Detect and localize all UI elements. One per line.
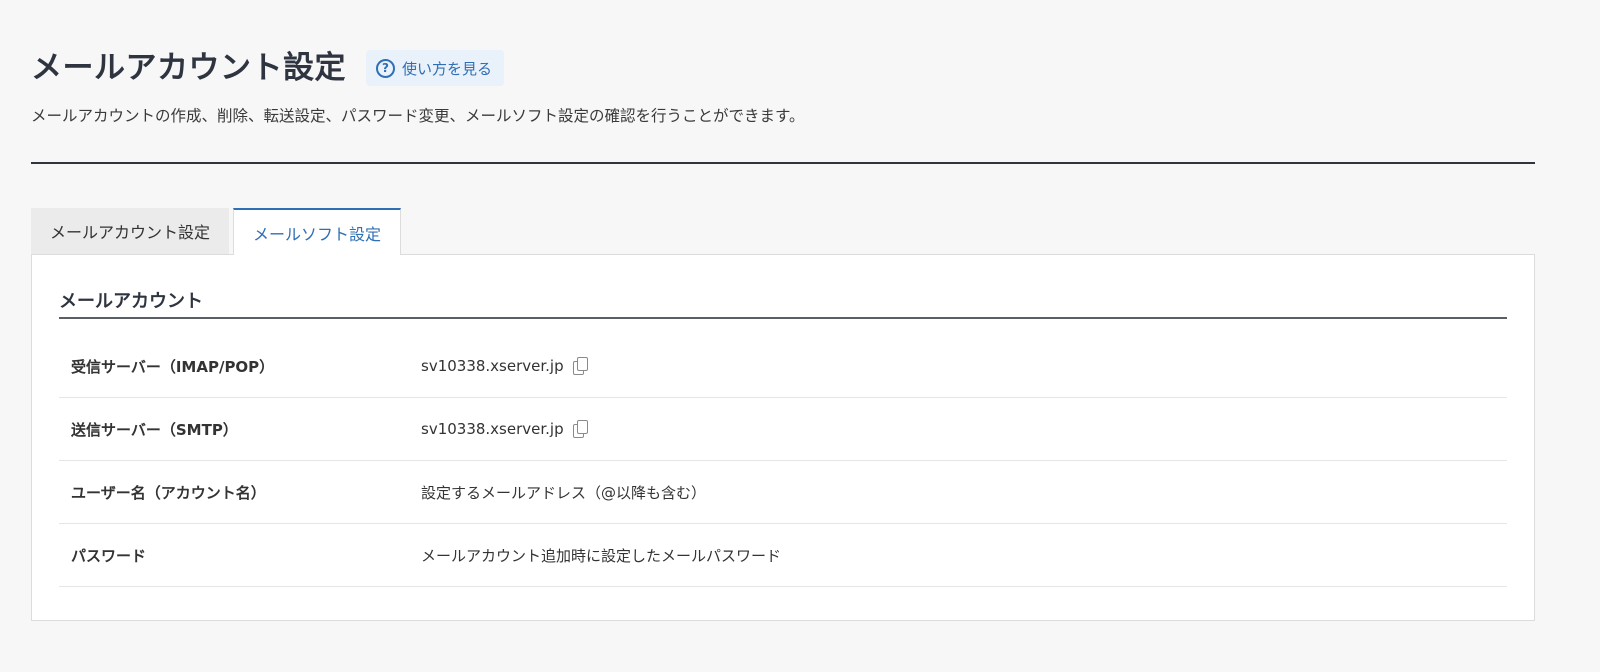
settings-panel: メールアカウント 受信サーバー（IMAP/POP） sv10338.xserve… xyxy=(31,254,1535,621)
copy-icon[interactable] xyxy=(572,420,588,438)
row-label: ユーザー名（アカウント名） xyxy=(71,483,266,502)
outgoing-server-value: sv10338.xserver.jp xyxy=(421,420,564,438)
row-value: sv10338.xserver.jp xyxy=(421,357,588,375)
row-label: 受信サーバー（IMAP/POP） xyxy=(71,357,275,376)
section-divider xyxy=(59,317,1507,319)
tab-mail-account-settings[interactable]: メールアカウント設定 xyxy=(31,208,230,254)
username-value: 設定するメールアドレス（@以降も含む） xyxy=(421,483,707,502)
question-circle-icon: ? xyxy=(376,58,395,78)
copy-icon[interactable] xyxy=(572,357,588,375)
tab-bar: メールアカウント設定 メールソフト設定 xyxy=(31,208,402,255)
settings-table: 受信サーバー（IMAP/POP） sv10338.xserver.jp 送信サー… xyxy=(59,335,1507,587)
table-row: パスワード メールアカウント追加時に設定したメールパスワード xyxy=(59,524,1507,587)
table-row: 受信サーバー（IMAP/POP） sv10338.xserver.jp xyxy=(59,335,1507,398)
row-value: メールアカウント追加時に設定したメールパスワード xyxy=(421,545,781,566)
row-value: 設定するメールアドレス（@以降も含む） xyxy=(421,482,706,503)
table-row: 送信サーバー（SMTP） sv10338.xserver.jp xyxy=(59,398,1507,461)
row-value: sv10338.xserver.jp xyxy=(421,420,588,438)
page: メールアカウント設定 ? 使い方を見る メールアカウントの作成、削除、転送設定、… xyxy=(0,0,1600,672)
table-row: ユーザー名（アカウント名） 設定するメールアドレス（@以降も含む） xyxy=(59,461,1507,524)
tab-mail-software-settings[interactable]: メールソフト設定 xyxy=(233,208,402,255)
row-label: 送信サーバー（SMTP） xyxy=(71,420,238,439)
row-label: パスワード xyxy=(71,546,147,565)
title-row: メールアカウント設定 ? 使い方を見る xyxy=(31,48,1535,88)
header-divider xyxy=(31,162,1535,164)
help-link-label: 使い方を見る xyxy=(402,59,493,78)
page-description: メールアカウントの作成、削除、転送設定、パスワード変更、メールソフト設定の確認を… xyxy=(31,107,805,125)
page-title: メールアカウント設定 xyxy=(31,50,346,86)
help-link-button[interactable]: ? 使い方を見る xyxy=(366,50,505,86)
password-value: メールアカウント追加時に設定したメールパスワード xyxy=(421,546,782,565)
incoming-server-value: sv10338.xserver.jp xyxy=(421,357,564,375)
page-header: メールアカウント設定 ? 使い方を見る メールアカウントの作成、削除、転送設定、… xyxy=(31,48,1535,126)
section-title: メールアカウント xyxy=(59,291,203,312)
